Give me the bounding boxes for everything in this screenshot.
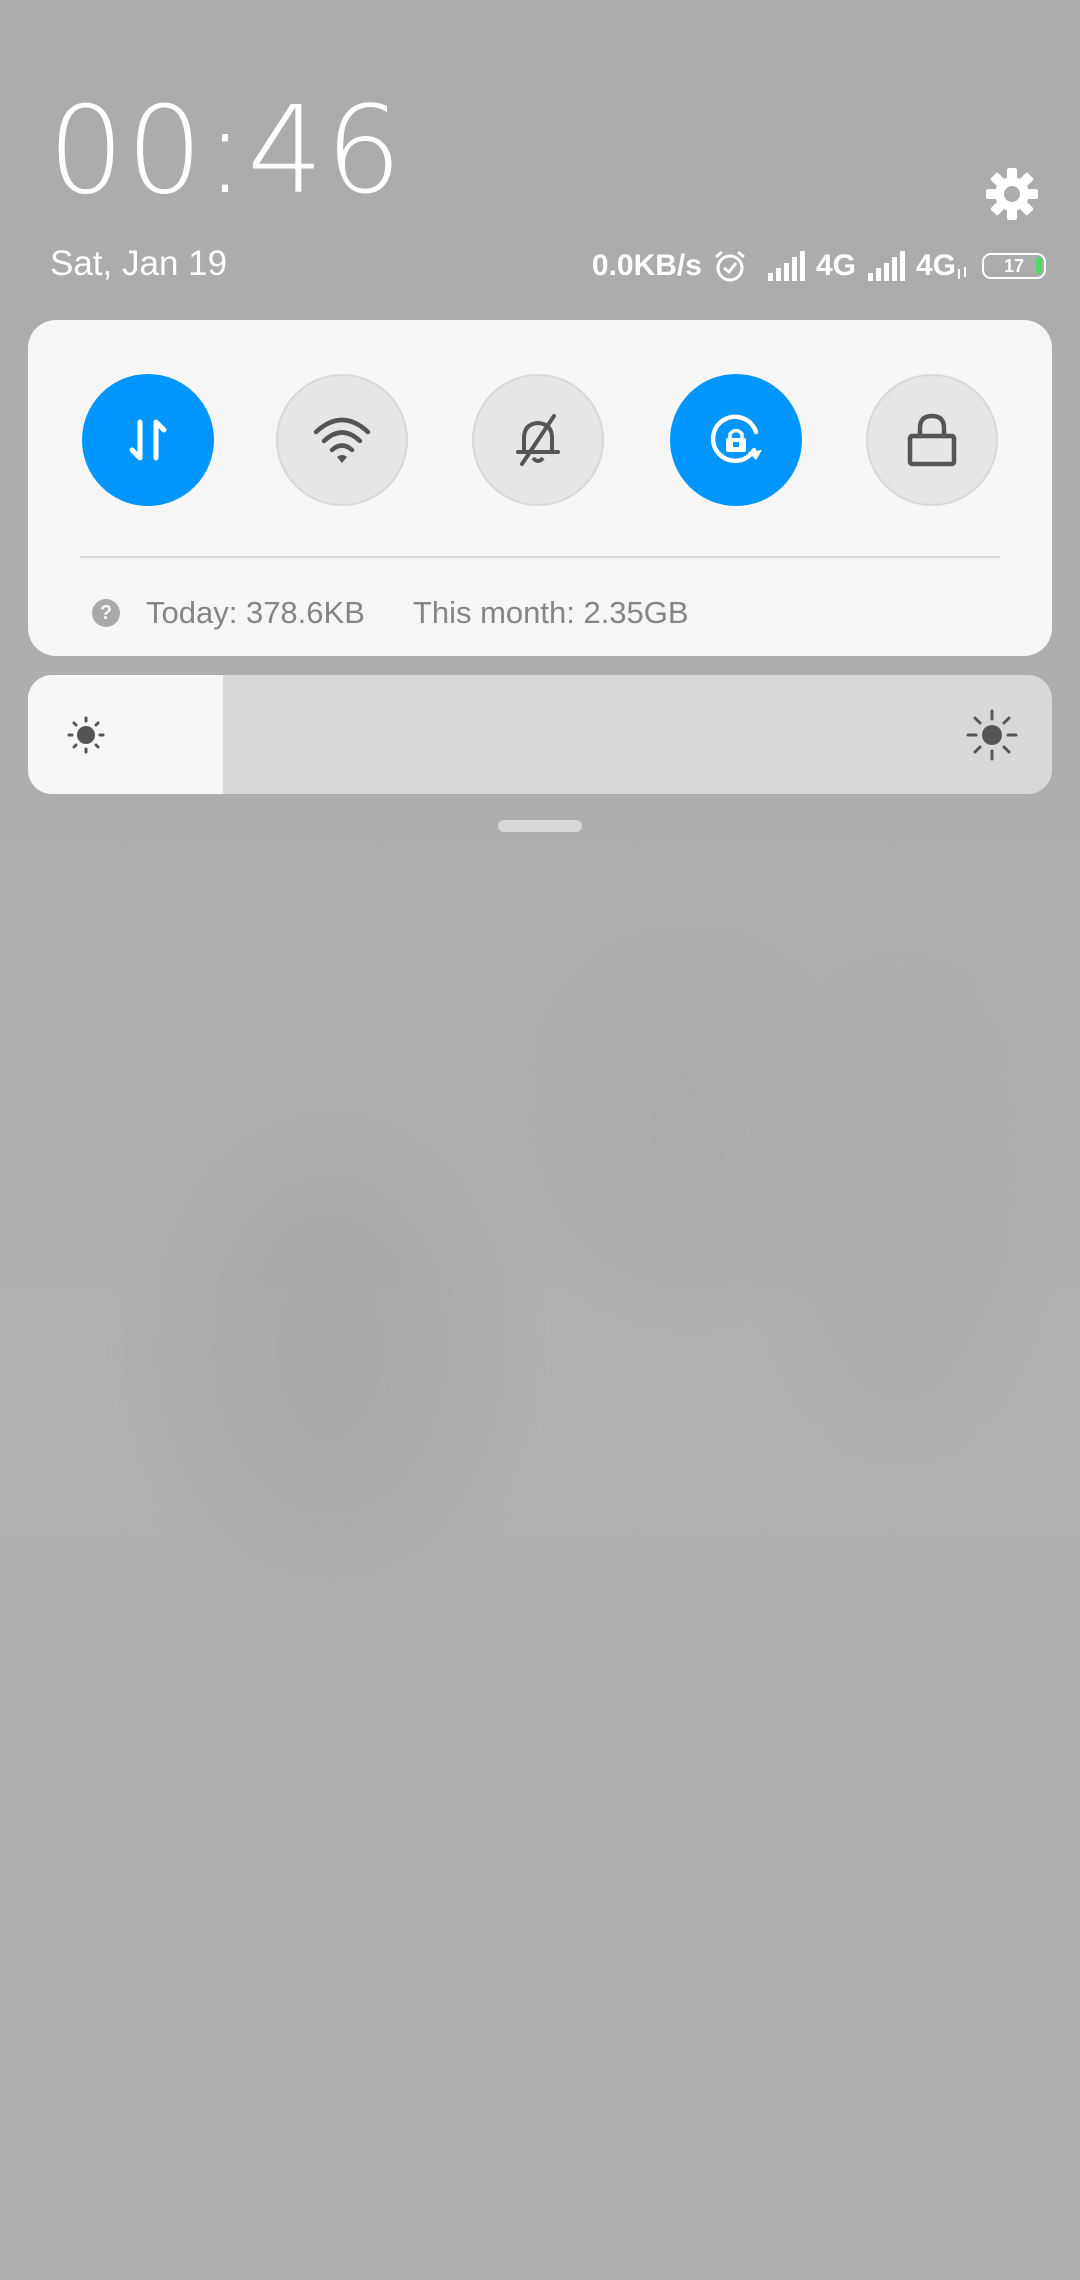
brightness-low-icon bbox=[66, 715, 106, 755]
brightness-high-icon bbox=[966, 709, 1018, 761]
brightness-level-fill bbox=[28, 675, 223, 794]
signal-icon bbox=[767, 251, 810, 281]
panel-drag-handle[interactable] bbox=[498, 820, 582, 832]
status-bar: 0.0KB/s 4G 4G 17 bbox=[592, 244, 1046, 288]
lock-screen-toggle[interactable] bbox=[866, 374, 998, 506]
wifi-icon bbox=[313, 417, 371, 463]
clock-time[interactable]: 00:46 bbox=[48, 92, 404, 212]
sim2-network-type: 4G bbox=[915, 249, 956, 282]
rotation-lock-icon bbox=[710, 414, 762, 464]
mobile-data-toggle[interactable] bbox=[82, 374, 214, 506]
data-usage-row[interactable]: ? Today: 378.6KB This month: 2.35GB bbox=[92, 588, 689, 638]
sim1-network-type: 4G bbox=[815, 249, 856, 282]
silent-toggle[interactable] bbox=[472, 374, 604, 506]
battery-level: 17 bbox=[1003, 255, 1025, 276]
rotation-lock-toggle[interactable] bbox=[670, 374, 802, 506]
signal-icon bbox=[867, 251, 910, 281]
lock-icon bbox=[907, 413, 957, 467]
help-icon[interactable]: ? bbox=[92, 599, 120, 627]
alarm-icon bbox=[712, 248, 748, 284]
network-speed: 0.0KB/s bbox=[591, 249, 702, 282]
data-activity-icon bbox=[956, 251, 970, 281]
settings-gear-icon[interactable] bbox=[984, 166, 1040, 222]
quick-settings-panel: ? Today: 378.6KB This month: 2.35GB bbox=[28, 320, 1052, 656]
bell-off-icon bbox=[516, 414, 560, 466]
panel-divider bbox=[80, 556, 1000, 558]
wifi-toggle[interactable] bbox=[276, 374, 408, 506]
battery-icon: 17 bbox=[982, 253, 1046, 279]
date-label[interactable]: Sat, Jan 19 bbox=[50, 244, 227, 284]
data-usage-today: Today: 378.6KB bbox=[146, 595, 365, 630]
data-usage-month: This month: 2.35GB bbox=[412, 595, 689, 630]
data-arrows-icon bbox=[129, 419, 167, 461]
brightness-slider[interactable] bbox=[28, 675, 1052, 794]
